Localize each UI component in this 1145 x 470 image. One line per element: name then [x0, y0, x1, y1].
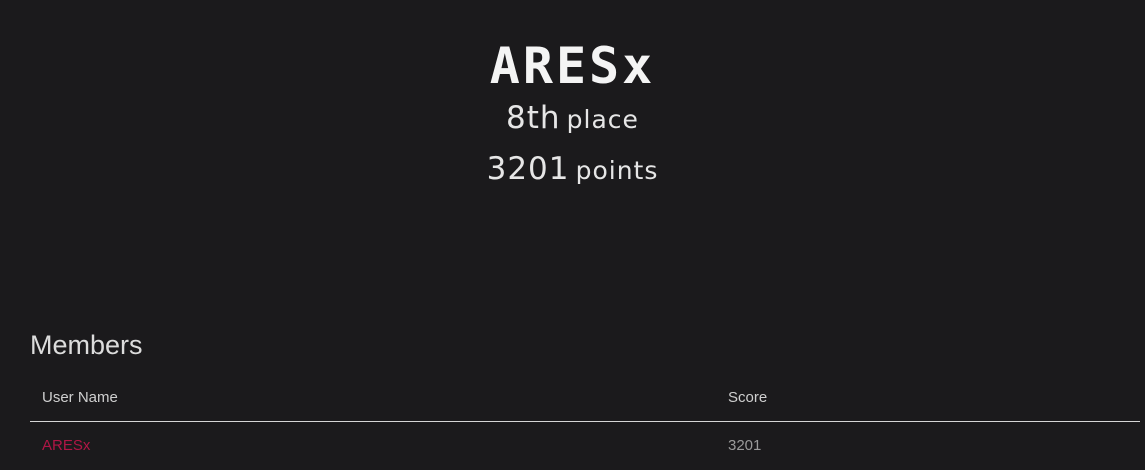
- column-header-user-name: User Name: [30, 381, 716, 422]
- table-row: ARESx 3201: [30, 422, 1140, 465]
- member-user-link[interactable]: ARESx: [42, 437, 90, 454]
- team-place: 8th place: [0, 98, 1145, 143]
- members-table: User Name Score ARESx 3201: [30, 381, 1140, 464]
- points-value: 3201: [486, 151, 570, 187]
- team-points: 3201 points: [0, 149, 1145, 194]
- team-header: ARESx 8th place 3201 points: [0, 38, 1145, 194]
- place-label: place: [566, 105, 639, 134]
- table-header-row: User Name Score: [30, 381, 1140, 422]
- column-header-score: Score: [716, 381, 1140, 422]
- members-title: Members: [30, 330, 143, 360]
- members-section: Members User Name Score ARESx 3201: [30, 328, 1140, 464]
- member-score-cell: 3201: [728, 437, 762, 454]
- team-name: ARESx: [489, 37, 656, 95]
- member-user-cell: ARESx: [30, 422, 716, 465]
- place-value: 8th: [506, 100, 561, 136]
- points-label: points: [575, 156, 659, 185]
